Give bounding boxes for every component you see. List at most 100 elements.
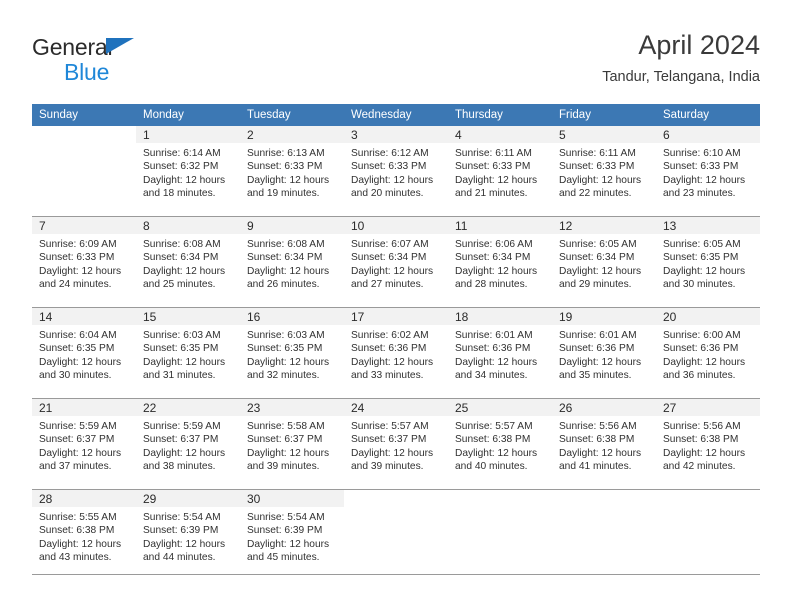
calendar-day-cell[interactable]: 9 Sunrise: 6:08 AM Sunset: 6:34 PM Daylight… [240, 216, 344, 308]
calendar-day-cell[interactable]: 2 Sunrise: 6:13 AM Sunset: 6:33 PM Daylight… [240, 126, 344, 217]
daylight-text-line1: Daylight: 12 hours [39, 356, 122, 368]
calendar-day-cell[interactable]: 3 Sunrise: 6:12 AM Sunset: 6:33 PM Daylight… [344, 126, 448, 217]
day-info: Sunrise: 6:08 AM Sunset: 6:34 PM Daylight:… [136, 234, 240, 292]
calendar-day-cell[interactable]: 17 Sunrise: 6:02 AM Sunset: 6:36 PM Dayligh… [344, 307, 448, 399]
calendar-day-cell[interactable]: 28 Sunrise: 5:55 AM Sunset: 6:38 PM Dayligh… [32, 489, 136, 580]
calendar-day-cell[interactable]: 23 Sunrise: 5:58 AM Sunset: 6:37 PM Dayligh… [240, 398, 344, 490]
calendar-day-cell[interactable]: 21 Sunrise: 5:59 AM Sunset: 6:37 PM Dayligh… [32, 398, 136, 490]
sunset-text: Sunset: 6:34 PM [351, 252, 427, 264]
day-info: Sunrise: 5:58 AM Sunset: 6:37 PM Daylight:… [240, 416, 344, 474]
calendar-day-cell-empty [344, 489, 448, 580]
daylight-text-line1: Daylight: 12 hours [559, 265, 642, 277]
calendar-day-cell[interactable]: 22 Sunrise: 5:59 AM Sunset: 6:37 PM Dayligh… [136, 398, 240, 490]
daylight-text-line1: Daylight: 12 hours [247, 538, 330, 550]
calendar-page: General Blue April 2024 Tandur, Telangan… [0, 0, 792, 612]
calendar-day-cell[interactable]: 16 Sunrise: 6:03 AM Sunset: 6:35 PM Dayligh… [240, 307, 344, 399]
sunset-text: Sunset: 6:38 PM [39, 525, 115, 537]
daylight-text-line2: and 36 minutes. [663, 370, 736, 382]
day-number: 14 [32, 308, 136, 325]
calendar-day-cell[interactable]: 7 Sunrise: 6:09 AM Sunset: 6:33 PM Daylight… [32, 216, 136, 308]
daylight-text-line2: and 35 minutes. [559, 370, 632, 382]
calendar-day-cell[interactable]: 6 Sunrise: 6:10 AM Sunset: 6:33 PM Daylight… [656, 126, 760, 217]
day-cell-inner: 4 Sunrise: 6:11 AM Sunset: 6:33 PM Daylight… [448, 126, 552, 216]
sunrise-text: Sunrise: 6:08 AM [143, 239, 221, 250]
calendar-day-cell[interactable]: 19 Sunrise: 6:01 AM Sunset: 6:36 PM Dayligh… [552, 307, 656, 399]
day-cell-inner: 30 Sunrise: 5:54 AM Sunset: 6:39 PM Dayligh… [240, 490, 344, 580]
day-number: 17 [344, 308, 448, 325]
sunrise-text: Sunrise: 6:05 AM [559, 239, 637, 250]
day-cell-inner: 26 Sunrise: 5:56 AM Sunset: 6:38 PM Dayligh… [552, 399, 656, 489]
daylight-text-line1: Daylight: 12 hours [455, 356, 538, 368]
day-info: Sunrise: 6:01 AM Sunset: 6:36 PM Daylight:… [448, 325, 552, 383]
day-cell-inner: 6 Sunrise: 6:10 AM Sunset: 6:33 PM Daylight… [656, 126, 760, 216]
sunrise-text: Sunrise: 5:59 AM [39, 421, 117, 432]
calendar-day-cell[interactable]: 1 Sunrise: 6:14 AM Sunset: 6:32 PM Daylight… [136, 126, 240, 217]
calendar-day-cell[interactable]: 12 Sunrise: 6:05 AM Sunset: 6:34 PM Dayligh… [552, 216, 656, 308]
calendar-day-cell[interactable]: 26 Sunrise: 5:56 AM Sunset: 6:38 PM Dayligh… [552, 398, 656, 490]
calendar-day-cell[interactable]: 15 Sunrise: 6:03 AM Sunset: 6:35 PM Dayligh… [136, 307, 240, 399]
sunset-text: Sunset: 6:36 PM [455, 343, 531, 355]
calendar-day-cell[interactable]: 18 Sunrise: 6:01 AM Sunset: 6:36 PM Dayligh… [448, 307, 552, 399]
sunrise-text: Sunrise: 6:06 AM [455, 239, 533, 250]
daylight-text-line2: and 25 minutes. [143, 279, 216, 291]
sunrise-text: Sunrise: 6:11 AM [559, 148, 636, 159]
calendar-day-cell[interactable]: 13 Sunrise: 6:05 AM Sunset: 6:35 PM Dayligh… [656, 216, 760, 308]
calendar-week-row: 28 Sunrise: 5:55 AM Sunset: 6:38 PM Dayligh… [32, 489, 760, 580]
sunset-text: Sunset: 6:35 PM [143, 343, 219, 355]
calendar-day-cell[interactable]: 14 Sunrise: 6:04 AM Sunset: 6:35 PM Dayligh… [32, 307, 136, 399]
daylight-text-line2: and 45 minutes. [247, 552, 320, 564]
daylight-text-line2: and 23 minutes. [663, 188, 736, 200]
weekday-header-tuesday: Tuesday [240, 104, 344, 126]
day-number: 18 [448, 308, 552, 325]
calendar-day-cell[interactable]: 4 Sunrise: 6:11 AM Sunset: 6:33 PM Daylight… [448, 126, 552, 217]
sunset-text: Sunset: 6:38 PM [559, 434, 635, 446]
daylight-text-line2: and 19 minutes. [247, 188, 320, 200]
daylight-text-line2: and 41 minutes. [559, 461, 632, 473]
calendar-day-cell[interactable]: 11 Sunrise: 6:06 AM Sunset: 6:34 PM Dayligh… [448, 216, 552, 308]
calendar-day-cell[interactable]: 10 Sunrise: 6:07 AM Sunset: 6:34 PM Dayligh… [344, 216, 448, 308]
sunrise-text: Sunrise: 6:00 AM [663, 330, 741, 341]
day-cell-inner: 7 Sunrise: 6:09 AM Sunset: 6:33 PM Daylight… [32, 217, 136, 307]
daylight-text-line1: Daylight: 12 hours [559, 356, 642, 368]
sunset-text: Sunset: 6:37 PM [247, 434, 323, 446]
calendar-day-cell[interactable]: 29 Sunrise: 5:54 AM Sunset: 6:39 PM Dayligh… [136, 489, 240, 580]
day-number [552, 490, 656, 507]
daylight-text-line1: Daylight: 12 hours [663, 265, 746, 277]
day-info: Sunrise: 6:07 AM Sunset: 6:34 PM Daylight:… [344, 234, 448, 292]
page-title: April 2024 [638, 30, 760, 60]
daylight-text-line2: and 26 minutes. [247, 279, 320, 291]
daylight-text-line1: Daylight: 12 hours [455, 265, 538, 277]
calendar-day-cell[interactable]: 27 Sunrise: 5:56 AM Sunset: 6:38 PM Dayligh… [656, 398, 760, 490]
daylight-text-line1: Daylight: 12 hours [247, 356, 330, 368]
triangle-icon [106, 38, 134, 54]
calendar-day-cell[interactable]: 30 Sunrise: 5:54 AM Sunset: 6:39 PM Dayligh… [240, 489, 344, 580]
day-number: 20 [656, 308, 760, 325]
day-info: Sunrise: 5:59 AM Sunset: 6:37 PM Daylight:… [32, 416, 136, 474]
daylight-text-line1: Daylight: 12 hours [247, 174, 330, 186]
general-blue-logo[interactable]: General Blue [32, 36, 232, 92]
sunset-text: Sunset: 6:37 PM [143, 434, 219, 446]
day-number [448, 490, 552, 507]
daylight-text-line2: and 37 minutes. [39, 461, 112, 473]
sunrise-text: Sunrise: 6:13 AM [247, 148, 325, 159]
grid-bottom-rule [32, 574, 760, 575]
weekday-header-saturday: Saturday [656, 104, 760, 126]
day-info: Sunrise: 5:56 AM Sunset: 6:38 PM Daylight:… [656, 416, 760, 474]
calendar-day-cell[interactable]: 25 Sunrise: 5:57 AM Sunset: 6:38 PM Dayligh… [448, 398, 552, 490]
daylight-text-line2: and 18 minutes. [143, 188, 216, 200]
day-number: 10 [344, 217, 448, 234]
calendar-day-cell[interactable]: 5 Sunrise: 6:11 AM Sunset: 6:33 PM Daylight… [552, 126, 656, 217]
day-number: 11 [448, 217, 552, 234]
sunrise-text: Sunrise: 6:10 AM [663, 148, 741, 159]
calendar-day-cell[interactable]: 20 Sunrise: 6:00 AM Sunset: 6:36 PM Dayligh… [656, 307, 760, 399]
calendar-day-cell[interactable]: 8 Sunrise: 6:08 AM Sunset: 6:34 PM Daylight… [136, 216, 240, 308]
day-number [656, 490, 760, 507]
sunset-text: Sunset: 6:33 PM [663, 161, 739, 173]
weekday-header-wednesday: Wednesday [344, 104, 448, 126]
calendar-day-cell[interactable]: 24 Sunrise: 5:57 AM Sunset: 6:37 PM Dayligh… [344, 398, 448, 490]
sunset-text: Sunset: 6:32 PM [143, 161, 219, 173]
daylight-text-line2: and 39 minutes. [351, 461, 424, 473]
daylight-text-line2: and 39 minutes. [247, 461, 320, 473]
day-cell-inner: 3 Sunrise: 6:12 AM Sunset: 6:33 PM Daylight… [344, 126, 448, 216]
daylight-text-line1: Daylight: 12 hours [39, 265, 122, 277]
